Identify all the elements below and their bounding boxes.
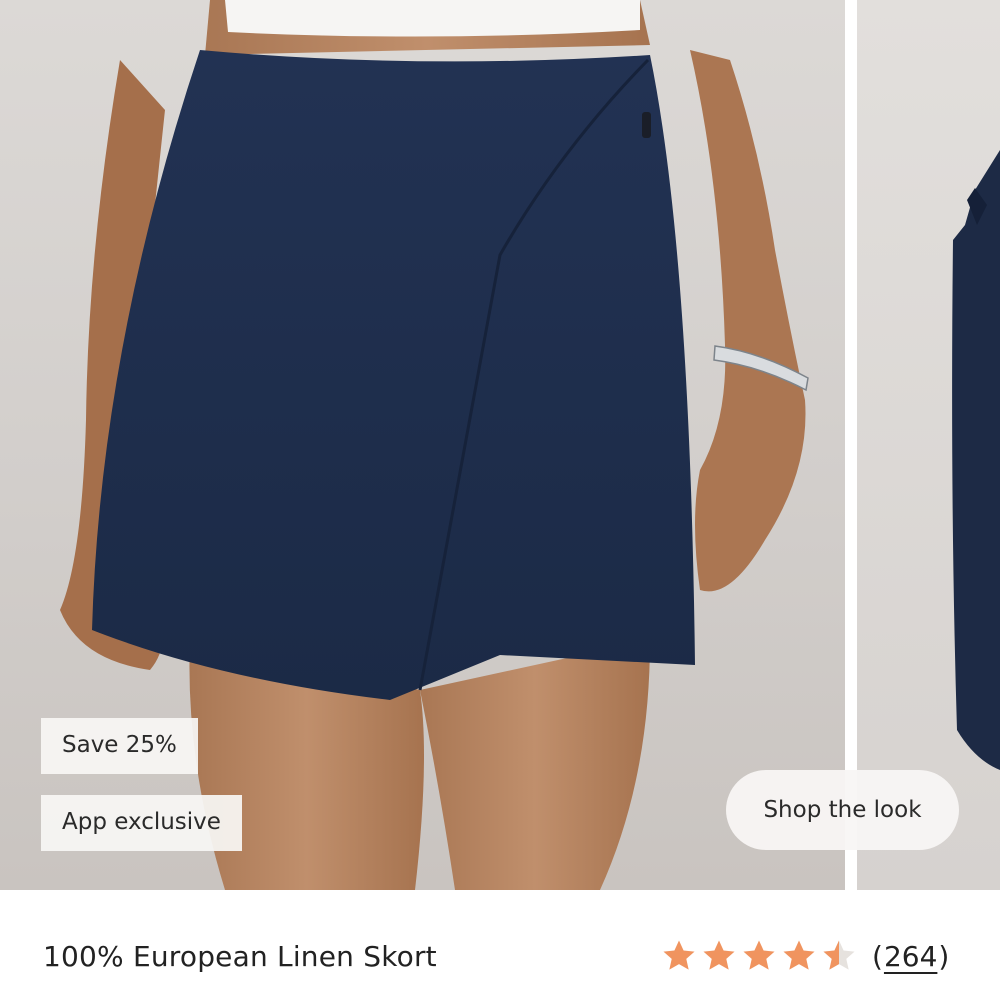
star-icon bbox=[743, 940, 775, 970]
star-icon bbox=[703, 940, 735, 970]
rating-stars bbox=[660, 937, 860, 975]
gallery-slide-next[interactable] bbox=[857, 0, 1000, 890]
product-info: 100% European Linen Skort ( 264 ) bbox=[0, 890, 1000, 1000]
image-gallery[interactable]: Save 25% App exclusive Shop the look bbox=[0, 0, 1000, 890]
star-icon bbox=[663, 940, 695, 970]
product-card: Save 25% App exclusive Shop the look 100… bbox=[0, 0, 1000, 1000]
half-star-icon bbox=[823, 940, 855, 970]
review-count-link[interactable]: 264 bbox=[884, 940, 937, 973]
gallery-slide-main[interactable]: Save 25% App exclusive bbox=[0, 0, 845, 890]
next-product-image bbox=[952, 150, 1000, 770]
review-paren-close: ) bbox=[938, 939, 950, 973]
star-icon bbox=[783, 940, 815, 970]
product-rating[interactable]: ( 264 ) bbox=[660, 937, 949, 975]
review-paren-open: ( bbox=[872, 939, 883, 973]
review-count[interactable]: ( 264 ) bbox=[872, 940, 949, 973]
app-exclusive-badge: App exclusive bbox=[41, 795, 242, 851]
shop-the-look-button[interactable]: Shop the look bbox=[726, 770, 959, 850]
discount-badge: Save 25% bbox=[41, 718, 198, 774]
product-title[interactable]: 100% European Linen Skort bbox=[43, 940, 437, 973]
